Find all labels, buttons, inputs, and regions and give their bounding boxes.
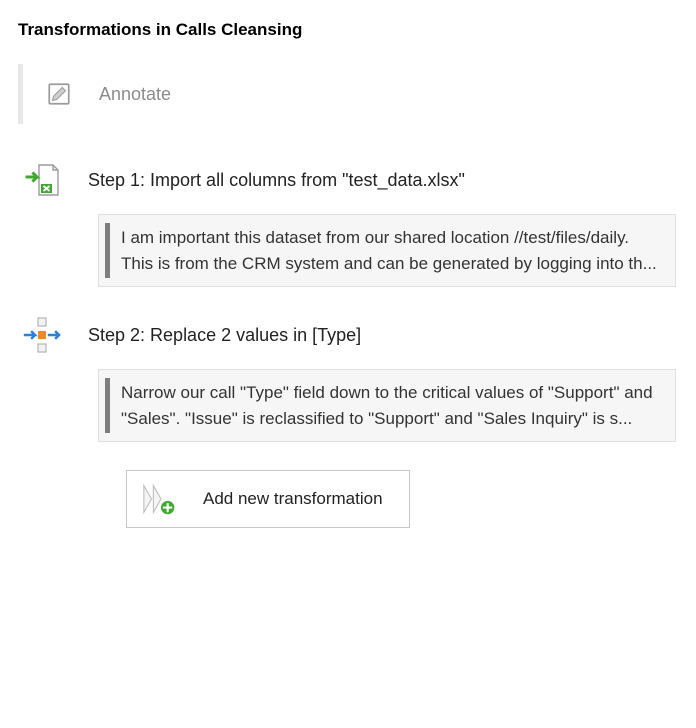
add-transformation-icon [141, 481, 181, 517]
step-header[interactable]: Step 2: Replace 2 values in [Type] [18, 315, 676, 369]
annotate-label: Annotate [99, 84, 171, 105]
step-note[interactable]: Narrow our call "Type" field down to the… [98, 369, 676, 442]
pencil-icon [43, 78, 75, 110]
step-item[interactable]: Step 1: Import all columns from "test_da… [18, 160, 676, 287]
step-title: Step 2: Replace 2 values in [Type] [88, 325, 361, 346]
step-header[interactable]: Step 1: Import all columns from "test_da… [18, 160, 676, 214]
import-excel-icon [20, 160, 64, 200]
step-item[interactable]: Step 2: Replace 2 values in [Type] Narro… [18, 315, 676, 442]
step-note[interactable]: I am important this dataset from our sha… [98, 214, 676, 287]
add-transformation-button[interactable]: Add new transformation [126, 470, 410, 528]
annotate-button[interactable]: Annotate [18, 64, 676, 124]
add-transformation-label: Add new transformation [203, 489, 383, 509]
replace-values-icon [20, 315, 64, 355]
step-note-text: Narrow our call "Type" field down to the… [117, 380, 661, 431]
step-note-text: I am important this dataset from our sha… [117, 225, 661, 276]
step-title: Step 1: Import all columns from "test_da… [88, 170, 465, 191]
panel-title: Transformations in Calls Cleansing [18, 20, 676, 40]
